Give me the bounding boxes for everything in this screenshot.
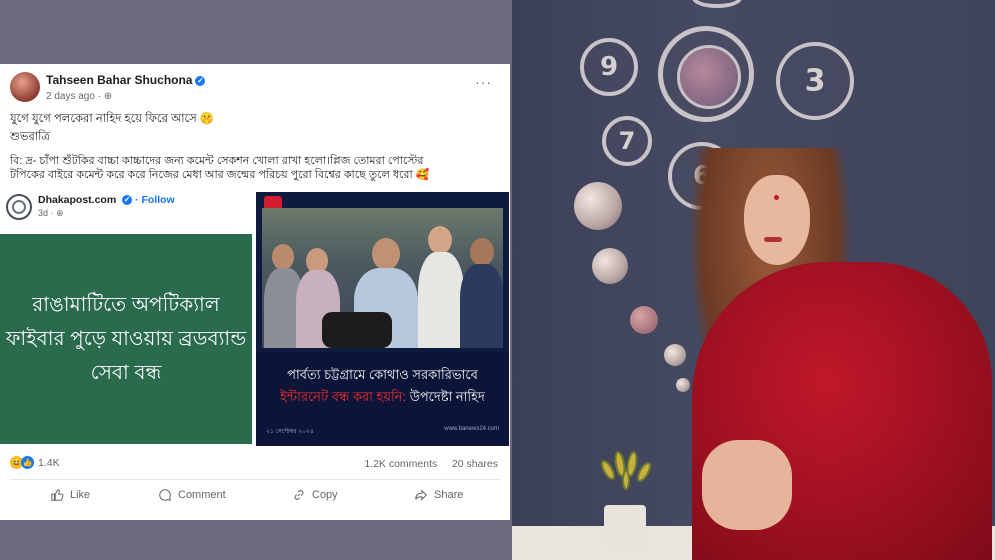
- dhakapost-logo: [6, 194, 32, 220]
- shared-meta: 3d · ⊕: [38, 208, 64, 218]
- reaction-summary[interactable]: 😆 👍 1.4K: [10, 456, 60, 469]
- link-icon: [294, 490, 304, 500]
- news-caption-line-1: পার্বত্য চট্টগ্রামে কোথাও সরকারিভাবে: [287, 367, 478, 382]
- wall-mirror-disc: [664, 344, 686, 366]
- verified-badge-icon: ✓: [195, 76, 206, 86]
- press-photo: [262, 208, 503, 348]
- like-button[interactable]: Like: [50, 488, 90, 502]
- wall-mirror-disc: [630, 306, 658, 334]
- clock-ring-top: [692, 0, 742, 8]
- wall-mirror-disc: [592, 248, 628, 284]
- globe-icon: ⊕: [56, 208, 64, 218]
- reaction-count: 1.4K: [38, 456, 60, 469]
- author-name-row: Tahseen Bahar Shuchona ✓: [46, 73, 206, 87]
- wall-mirror-disc: [574, 182, 622, 230]
- clock-number-9: 9: [580, 38, 638, 96]
- post-text-line-4: টপিকের বাইরে কমেন্ট করে করে নিজের মেধা আ…: [10, 169, 430, 181]
- news-date: ২১ সেপ্টেম্বর ২০২৪: [266, 429, 314, 435]
- more-options-icon[interactable]: ···: [475, 74, 492, 90]
- news-caption-line-2: ইন্টারনেট বন্ধ করা হয়নি: উপদেষ্টা নাহিদ: [280, 389, 485, 404]
- divider: [10, 479, 500, 480]
- post-text-line-1: যুগে যুগে পলকেরা নাহিদ হয়ে ফিরে আসে 🤫: [10, 113, 215, 125]
- plant-pot: [604, 505, 646, 550]
- facebook-post: Tahseen Bahar Shuchona ✓ 2 days ago · ⊕ ·…: [0, 64, 510, 520]
- post-meta: 2 days ago · ⊕: [46, 91, 112, 102]
- headline-text: রাঙামাটিতে অপটিক্যাল ফাইবার পুড়ে যাওয়া…: [5, 294, 247, 384]
- woman-arm: [702, 440, 792, 530]
- copy-button[interactable]: Copy: [292, 488, 338, 502]
- clock-number-7: 7: [602, 116, 652, 166]
- comment-button[interactable]: Comment: [158, 488, 226, 502]
- shared-page-row: Dhakapost.com ✓ · Follow: [38, 194, 175, 206]
- verified-badge-icon: ✓: [122, 195, 133, 205]
- post-time[interactable]: 2 days ago ·: [46, 91, 104, 102]
- shared-page-name: Dhakapost.com: [38, 194, 117, 206]
- news-image-right[interactable]: পার্বত্য চট্টগ্রামে কোথাও সরকারিভাবে ইন্…: [256, 192, 509, 446]
- comment-icon: [159, 489, 171, 501]
- shared-post-image-left[interactable]: Dhakapost.com ✓ · Follow 3d · ⊕ রাঙামাটি…: [0, 188, 252, 448]
- clock-number-3: 3: [776, 42, 854, 120]
- globe-icon: ⊕: [103, 91, 113, 102]
- shares-count[interactable]: 20 shares: [452, 458, 498, 470]
- share-arrow-icon: [415, 489, 427, 501]
- news-site: www.banews24.com: [444, 426, 499, 432]
- wall-mirror-disc: [676, 378, 690, 392]
- post-actions: Like Comment Copy Share: [0, 488, 510, 510]
- thumbs-up-icon: [51, 489, 64, 501]
- plant-decoration: [600, 451, 652, 490]
- comments-count[interactable]: 1.2K comments: [364, 458, 437, 470]
- woman-face: [744, 175, 810, 265]
- post-text-line-3: বি: দ্র- চাঁপা শুঁটকির বাচ্চা কাচ্চাদের …: [10, 155, 424, 167]
- follow-link: Follow: [141, 194, 175, 206]
- author-avatar[interactable]: [10, 72, 40, 102]
- author-name[interactable]: Tahseen Bahar Shuchona: [46, 73, 192, 87]
- post-text-line-2: শুভরাত্রি: [10, 131, 50, 143]
- engagement-counts: 1.2K comments 20 shares: [364, 458, 498, 470]
- news-caption-strip: পার্বত্য চট্টগ্রামে কোথাও সরকারিভাবে ইন্…: [256, 352, 509, 446]
- like-reaction-icon: 👍: [21, 456, 34, 469]
- clock-center-mirror: [658, 26, 754, 122]
- photo-woman-red-saree: 9 3 7 6: [512, 0, 995, 560]
- share-button[interactable]: Share: [414, 488, 463, 502]
- headline-card: রাঙামাটিতে অপটিক্যাল ফাইবার পুড়ে যাওয়া…: [0, 234, 252, 444]
